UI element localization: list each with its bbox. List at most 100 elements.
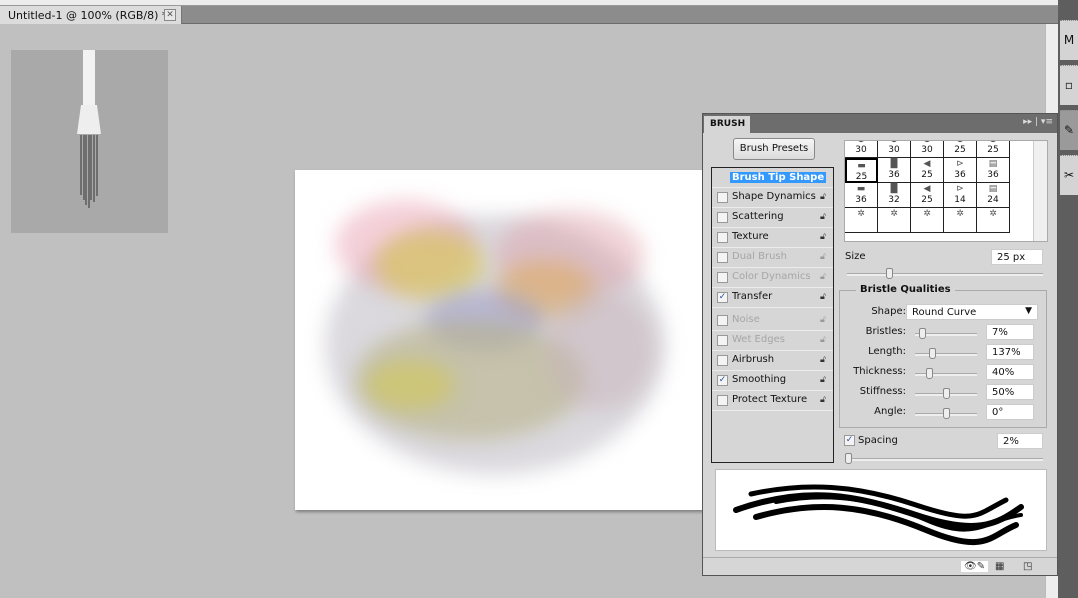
document-tab[interactable]: Untitled-1 @ 100% (RGB/8) * ✕ bbox=[0, 6, 182, 24]
spacing-checkbox[interactable]: ✓ bbox=[844, 435, 855, 446]
panel-menu-icon[interactable]: ▸▸ | ▾≡ bbox=[1023, 117, 1053, 127]
bristle-slider-knob[interactable] bbox=[942, 388, 950, 399]
lock-icon[interactable]: 🔓︎ bbox=[820, 232, 829, 242]
option-checkbox[interactable] bbox=[717, 335, 728, 346]
brush-option-label: Noise bbox=[732, 314, 760, 325]
lock-icon[interactable]: 🔓︎ bbox=[820, 212, 829, 222]
open-preset-manager-icon[interactable]: ▦ bbox=[995, 561, 1004, 572]
bristle-slider[interactable] bbox=[915, 328, 977, 339]
swatches-icon[interactable]: ▫ bbox=[1060, 65, 1078, 105]
shape-dropdown[interactable]: Round Curve ▼ bbox=[906, 304, 1038, 320]
brush-option-texture[interactable]: Texture 🔓︎ bbox=[712, 228, 833, 248]
size-slider[interactable] bbox=[847, 268, 1043, 279]
tab-brush[interactable]: BRUSH bbox=[704, 116, 750, 133]
brush-option-noise[interactable]: Noise 🔓︎ bbox=[712, 311, 833, 331]
bristle-value-input[interactable]: 137% bbox=[986, 344, 1034, 360]
lock-icon[interactable]: 🔓︎ bbox=[820, 292, 829, 302]
brush-tip-cell[interactable]: ◀ 25 bbox=[911, 183, 944, 208]
size-slider-knob[interactable] bbox=[886, 268, 894, 279]
lock-icon[interactable]: 🔓︎ bbox=[820, 395, 829, 405]
option-checkbox[interactable] bbox=[717, 355, 728, 366]
option-checkbox[interactable] bbox=[717, 252, 728, 263]
brush-icon[interactable]: ✎ bbox=[1060, 110, 1078, 150]
option-checkbox[interactable]: ✓ bbox=[717, 375, 728, 386]
bristle-value-input[interactable]: 40% bbox=[986, 364, 1034, 380]
tools-icon[interactable]: ✂ bbox=[1060, 155, 1078, 195]
brush-tip-cell[interactable]: ▬ 36 bbox=[845, 183, 878, 208]
option-checkbox[interactable]: ✓ bbox=[717, 292, 728, 303]
brush-option-shape-dynamics[interactable]: Shape Dynamics 🔓︎ bbox=[712, 188, 833, 208]
brush-stroke-preview bbox=[715, 469, 1047, 551]
bristle-slider-knob[interactable] bbox=[942, 408, 950, 419]
option-checkbox[interactable] bbox=[717, 192, 728, 203]
brush-option-dual-brush[interactable]: Dual Brush 🔓︎ bbox=[712, 248, 833, 268]
option-checkbox[interactable] bbox=[717, 232, 728, 243]
brush-option-wet-edges[interactable]: Wet Edges 🔓︎ bbox=[712, 331, 833, 351]
brush-tip-cell[interactable]: ●25 bbox=[944, 141, 977, 158]
bristle-slider-knob[interactable] bbox=[926, 368, 933, 379]
bristle-slider[interactable] bbox=[915, 408, 977, 419]
brush-panel: BRUSH ▸▸ | ▾≡ Brush Presets Brush Tip Sh… bbox=[702, 113, 1058, 576]
lock-icon[interactable]: 🔓︎ bbox=[820, 315, 829, 325]
brush-tip-cell[interactable]: ●25 bbox=[977, 141, 1010, 158]
brush-tip-cell[interactable]: ▤ 24 bbox=[977, 183, 1010, 208]
option-checkbox[interactable] bbox=[717, 212, 728, 223]
brush-tip-icon: ▬ bbox=[856, 184, 866, 194]
spacing-slider[interactable] bbox=[845, 453, 1043, 464]
brush-option-color-dynamics[interactable]: Color Dynamics 🔓︎ bbox=[712, 268, 833, 288]
brush-tip-cell[interactable]: ●30 bbox=[845, 141, 878, 158]
brush-option-brush-tip-shape[interactable]: Brush Tip Shape bbox=[712, 168, 833, 188]
brush-tip-cell[interactable]: ✲ bbox=[911, 208, 944, 233]
mini-bridge-icon[interactable]: M bbox=[1060, 20, 1078, 60]
size-input[interactable]: 25 px bbox=[991, 249, 1043, 265]
bristle-value-input[interactable]: 50% bbox=[986, 384, 1034, 400]
bristle-slider-knob[interactable] bbox=[928, 348, 936, 359]
brush-tip-cell[interactable]: ✲ bbox=[944, 208, 977, 233]
lock-icon[interactable]: 🔓︎ bbox=[820, 355, 829, 365]
bristle-slider[interactable] bbox=[915, 388, 977, 399]
brush-tip-cell[interactable]: ✲ bbox=[845, 208, 878, 233]
bristle-value-input[interactable]: 0° bbox=[986, 404, 1034, 420]
lock-icon[interactable]: 🔓︎ bbox=[820, 335, 829, 345]
close-icon[interactable]: ✕ bbox=[164, 9, 176, 21]
brush-option-protect-texture[interactable]: Protect Texture 🔓︎ bbox=[712, 391, 833, 411]
lock-icon[interactable]: 🔓︎ bbox=[820, 375, 829, 385]
option-checkbox[interactable] bbox=[717, 395, 728, 406]
lock-icon[interactable]: 🔓︎ bbox=[820, 192, 829, 202]
brush-tip-cell[interactable]: ▐▌ 32 bbox=[878, 183, 911, 208]
spacing-input[interactable]: 2% bbox=[997, 433, 1043, 449]
brush-option-airbrush[interactable]: Airbrush 🔓︎ bbox=[712, 351, 833, 371]
create-new-brush-icon[interactable]: ◳ bbox=[1023, 561, 1032, 572]
brush-tip-cell[interactable]: ◀ 25 bbox=[911, 158, 944, 183]
brush-tip-cell[interactable]: ▬ 25 bbox=[845, 158, 878, 183]
grid-scrollbar[interactable] bbox=[1033, 141, 1047, 241]
bristle-value-input[interactable]: 7% bbox=[986, 324, 1034, 340]
lock-icon[interactable]: 🔓︎ bbox=[820, 272, 829, 282]
brush-tip-cell[interactable]: ✲ bbox=[977, 208, 1010, 233]
bristle-slider[interactable] bbox=[915, 348, 977, 359]
brush-tip-cell[interactable]: ✲ bbox=[878, 208, 911, 233]
brush-option-smoothing[interactable]: ✓ Smoothing 🔓︎ bbox=[712, 371, 833, 391]
brush-option-scattering[interactable]: Scattering 🔓︎ bbox=[712, 208, 833, 228]
brush-tip-icon: ▬ bbox=[857, 161, 866, 171]
brush-tip-cell[interactable]: ▐▌ 36 bbox=[878, 158, 911, 183]
brush-presets-button[interactable]: Brush Presets bbox=[733, 138, 815, 160]
toggle-live-tip-preview-icon[interactable]: 👁✎ bbox=[961, 561, 989, 572]
option-checkbox[interactable] bbox=[717, 315, 728, 326]
brush-tip-cell[interactable]: ●30 bbox=[911, 141, 944, 158]
shape-label: Shape: bbox=[871, 306, 906, 317]
brush-tip-cell[interactable]: ▤ 36 bbox=[977, 158, 1010, 183]
brush-option-transfer[interactable]: ✓ Transfer 🔓︎ bbox=[712, 288, 833, 308]
brush-tip-cell[interactable]: ●30 bbox=[878, 141, 911, 158]
bristle-slider-knob[interactable] bbox=[918, 328, 926, 339]
brush-tip-size: 30 bbox=[855, 145, 867, 155]
option-checkbox[interactable] bbox=[717, 272, 728, 283]
brush-tip-cell[interactable]: ⊳ 14 bbox=[944, 183, 977, 208]
spacing-slider-knob[interactable] bbox=[845, 453, 852, 464]
bristle-slider-label: Angle: bbox=[874, 406, 906, 417]
bristle-slider-label: Length: bbox=[868, 346, 906, 357]
lock-icon[interactable]: 🔓︎ bbox=[820, 252, 829, 262]
bristle-slider[interactable] bbox=[915, 368, 977, 379]
document-canvas[interactable] bbox=[295, 170, 703, 510]
brush-tip-cell[interactable]: ⊳ 36 bbox=[944, 158, 977, 183]
